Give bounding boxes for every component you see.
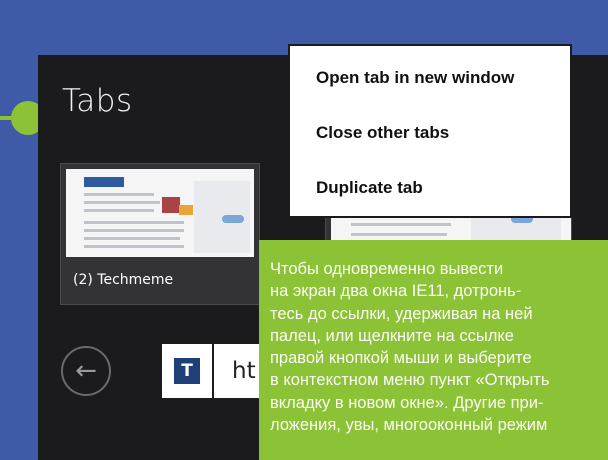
tab-thumbnail <box>66 169 254 257</box>
back-arrow-icon: ← <box>75 356 97 386</box>
tab-card[interactable]: (2) Techmeme <box>60 163 260 305</box>
tab-title: (2) Techmeme <box>73 272 174 288</box>
caption-box: Чтобы одновременно вывести на экран два … <box>259 240 608 460</box>
address-text: ht <box>232 358 256 384</box>
panel-title: Tabs <box>62 83 133 119</box>
techmeme-site-icon: T <box>174 358 200 384</box>
context-menu: Open tab in new window Close other tabs … <box>288 44 572 218</box>
menu-item-duplicate-tab[interactable]: Duplicate tab <box>316 178 423 198</box>
address-separator <box>212 344 214 398</box>
back-button[interactable]: ← <box>61 346 111 396</box>
caption-text: Чтобы одновременно вывести на экран два … <box>270 260 550 435</box>
menu-item-close-other-tabs[interactable]: Close other tabs <box>316 123 449 143</box>
menu-item-open-new-window[interactable]: Open tab in new window <box>316 68 514 88</box>
